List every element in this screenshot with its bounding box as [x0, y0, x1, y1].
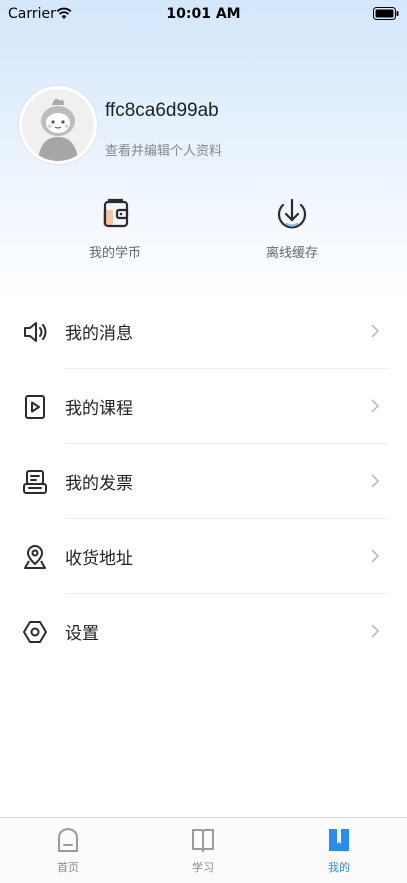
chevron-right-icon: [371, 474, 379, 488]
tab-mine[interactable]: 我的: [299, 826, 379, 875]
my-coins-label: 我的学币: [88, 246, 141, 261]
edit-profile-link[interactable]: 查看并编辑个人资料: [105, 140, 222, 159]
tab-study[interactable]: 学习: [163, 826, 243, 875]
invoice-icon: [23, 470, 47, 494]
settings-hex-icon: [23, 621, 47, 643]
status-bar: Carrier 10:01 AM: [0, 0, 407, 28]
my-coins-button[interactable]: 我的学币: [55, 196, 175, 261]
menu-item-label: 收货地址: [65, 549, 133, 569]
tab-label: 我的: [328, 861, 350, 874]
tab-bar: 首页 学习 我的: [0, 817, 407, 883]
menu-item-messages[interactable]: 我的消息: [0, 294, 407, 369]
menu-item-label: 设置: [65, 624, 99, 644]
download-icon: [277, 198, 307, 229]
menu-item-invoices[interactable]: 我的发票: [0, 444, 407, 519]
status-time: 10:01 AM: [166, 6, 241, 22]
username[interactable]: ffc8ca6d99ab: [105, 100, 219, 122]
tab-home[interactable]: 首页: [28, 826, 108, 875]
offline-cache-label: 离线缓存: [265, 246, 318, 261]
wallet-icon: [103, 198, 129, 228]
chevron-right-icon: [371, 399, 379, 413]
menu-item-label: 我的消息: [65, 324, 133, 344]
default-avatar-icon: [22, 89, 94, 161]
home-icon: [58, 828, 78, 852]
chevron-right-icon: [371, 549, 379, 563]
book-icon: [192, 829, 214, 852]
menu-item-label: 我的课程: [65, 399, 133, 419]
menu-item-settings[interactable]: 设置: [0, 594, 407, 669]
location-icon: [24, 545, 46, 569]
chevron-right-icon: [371, 324, 379, 338]
menu-item-label: 我的发票: [65, 474, 133, 494]
chevron-right-icon: [371, 624, 379, 638]
course-play-icon: [25, 395, 45, 419]
avatar[interactable]: [19, 86, 97, 164]
tab-label: 首页: [57, 861, 79, 874]
speaker-icon: [24, 322, 47, 342]
bookmark-icon: [329, 829, 349, 851]
menu-item-address[interactable]: 收货地址: [0, 519, 407, 594]
tab-label: 学习: [192, 861, 214, 874]
settings-menu: 我的消息 我的课程 我的发票 收货地址 设置: [0, 294, 407, 669]
menu-item-courses[interactable]: 我的课程: [0, 369, 407, 444]
offline-cache-button[interactable]: 离线缓存: [232, 196, 352, 261]
battery-icon: [373, 7, 399, 20]
